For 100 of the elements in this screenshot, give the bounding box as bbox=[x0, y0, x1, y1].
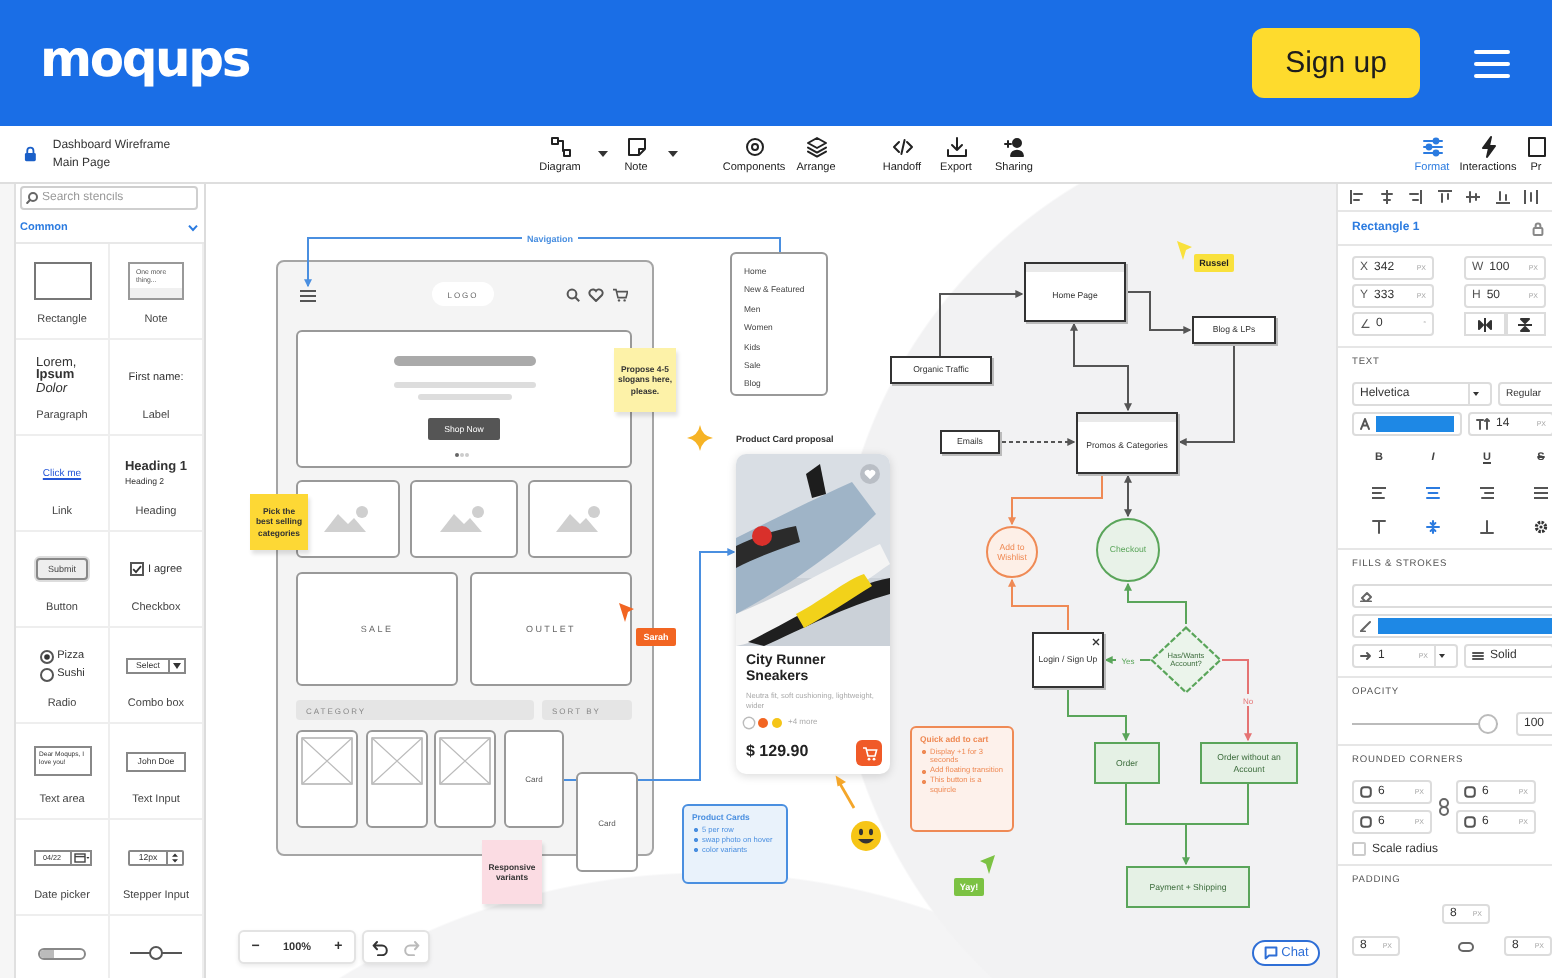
product-price: $ 129.90 bbox=[746, 742, 811, 762]
lightning-icon bbox=[1477, 135, 1499, 157]
align-bottom-icon[interactable] bbox=[1495, 190, 1509, 204]
corner-icon bbox=[1360, 786, 1372, 798]
caret-icon bbox=[1434, 646, 1450, 666]
text-bottom-icon[interactable] bbox=[1480, 519, 1494, 533]
line-style-icon bbox=[1472, 650, 1484, 662]
decision-diamond bbox=[1150, 626, 1222, 694]
radio-icon[interactable] bbox=[39, 649, 54, 663]
checkbox-icon[interactable] bbox=[129, 562, 144, 576]
caret-icon[interactable] bbox=[598, 150, 608, 158]
add-to-cart-button[interactable] bbox=[856, 740, 882, 766]
align-left-icon[interactable] bbox=[1350, 190, 1364, 204]
text-align-left-icon[interactable] bbox=[1372, 485, 1386, 499]
headline-placeholder bbox=[394, 356, 536, 366]
caret-icon bbox=[167, 659, 184, 671]
text-top-icon[interactable] bbox=[1372, 519, 1386, 533]
layers-icon bbox=[805, 135, 827, 157]
image-icon bbox=[556, 506, 604, 532]
image-icon bbox=[440, 506, 488, 532]
color-swatch[interactable] bbox=[772, 718, 782, 728]
cursor-icon bbox=[618, 602, 636, 624]
connector-line bbox=[1124, 474, 1132, 518]
connector-line bbox=[1178, 343, 1235, 446]
rectangle-preview[interactable] bbox=[33, 262, 91, 300]
distribute-icon[interactable] bbox=[1524, 190, 1538, 204]
link-icon[interactable] bbox=[1458, 942, 1474, 952]
lock-icon[interactable] bbox=[1532, 221, 1544, 235]
menu-icon[interactable] bbox=[1474, 49, 1510, 77]
note-icon bbox=[625, 135, 647, 157]
close-icon bbox=[1091, 637, 1099, 645]
font-size-icon bbox=[1476, 418, 1490, 430]
align-top-icon[interactable] bbox=[1437, 190, 1451, 204]
link-icon[interactable] bbox=[1438, 798, 1450, 816]
pen-icon bbox=[1360, 620, 1372, 632]
align-middle-icon[interactable] bbox=[1466, 190, 1480, 204]
connector-line bbox=[1008, 475, 1103, 526]
page-icon bbox=[1525, 135, 1547, 157]
cart-icon bbox=[612, 288, 628, 302]
product-placeholder bbox=[434, 730, 496, 828]
connector-line bbox=[1125, 783, 1249, 866]
cursor-icon bbox=[978, 854, 996, 876]
connector-line bbox=[1067, 689, 1130, 742]
flip-horizontal-icon bbox=[1477, 317, 1492, 331]
corner-icon bbox=[1464, 786, 1476, 798]
flip-vertical-icon bbox=[1518, 317, 1533, 331]
stepper-icon bbox=[165, 851, 182, 863]
cursor-icon bbox=[1176, 240, 1194, 262]
sparkle-icon bbox=[686, 424, 714, 452]
caret-icon[interactable] bbox=[668, 150, 678, 158]
arrow-icon bbox=[1360, 650, 1372, 662]
color-swatch[interactable] bbox=[744, 718, 754, 728]
text-justify-icon[interactable] bbox=[1534, 485, 1548, 499]
sign-up-button[interactable]: Sign up bbox=[1252, 27, 1420, 97]
components-icon bbox=[743, 135, 765, 157]
lock-icon bbox=[24, 146, 37, 162]
align-right-icon[interactable] bbox=[1408, 190, 1422, 204]
diagram-icon bbox=[549, 135, 571, 157]
slider-thumb[interactable] bbox=[1478, 714, 1498, 734]
stroke-field[interactable] bbox=[1352, 614, 1552, 638]
menu-icon bbox=[300, 290, 316, 302]
radio-icon[interactable] bbox=[39, 667, 54, 681]
connector-line bbox=[1221, 659, 1252, 742]
add-user-icon bbox=[1003, 135, 1025, 157]
download-icon bbox=[945, 135, 967, 157]
logo: moqups bbox=[40, 30, 249, 88]
connector-line bbox=[1124, 582, 1187, 625]
checkbox[interactable] bbox=[1352, 842, 1366, 856]
chat-icon bbox=[1263, 946, 1278, 960]
flip-horizontal-button[interactable] bbox=[1464, 312, 1505, 336]
cart-icon bbox=[861, 745, 877, 761]
connector-line bbox=[1008, 578, 1069, 631]
color-swatch[interactable] bbox=[758, 718, 768, 728]
undo-icon[interactable] bbox=[372, 939, 388, 955]
pagination-dots bbox=[454, 452, 470, 458]
align-center-icon[interactable] bbox=[1379, 190, 1393, 204]
product-placeholder bbox=[366, 730, 428, 828]
connector-line bbox=[1001, 438, 1076, 446]
fill-field[interactable] bbox=[1352, 584, 1552, 608]
corner-icon bbox=[1360, 816, 1372, 828]
flip-vertical-button[interactable] bbox=[1505, 312, 1546, 336]
product-placeholder bbox=[296, 730, 358, 828]
text-middle-icon[interactable] bbox=[1426, 519, 1440, 533]
settings-icon[interactable] bbox=[1534, 519, 1548, 533]
connector-line bbox=[939, 290, 1024, 357]
text-align-center-icon[interactable] bbox=[1426, 485, 1440, 499]
slider-thumb[interactable] bbox=[149, 946, 163, 960]
text-placeholder bbox=[418, 394, 512, 400]
caret-icon bbox=[1468, 384, 1484, 404]
arrow-icon bbox=[834, 774, 856, 810]
image-icon bbox=[324, 506, 372, 532]
color-field[interactable] bbox=[1352, 412, 1462, 436]
fill-icon bbox=[1360, 590, 1372, 602]
search-icon bbox=[566, 288, 580, 302]
code-icon bbox=[891, 135, 913, 157]
progress-preview[interactable] bbox=[38, 947, 86, 959]
text-placeholder bbox=[394, 382, 536, 388]
text-align-right-icon[interactable] bbox=[1480, 485, 1494, 499]
corner-icon bbox=[1464, 816, 1476, 828]
search-icon bbox=[26, 192, 38, 204]
